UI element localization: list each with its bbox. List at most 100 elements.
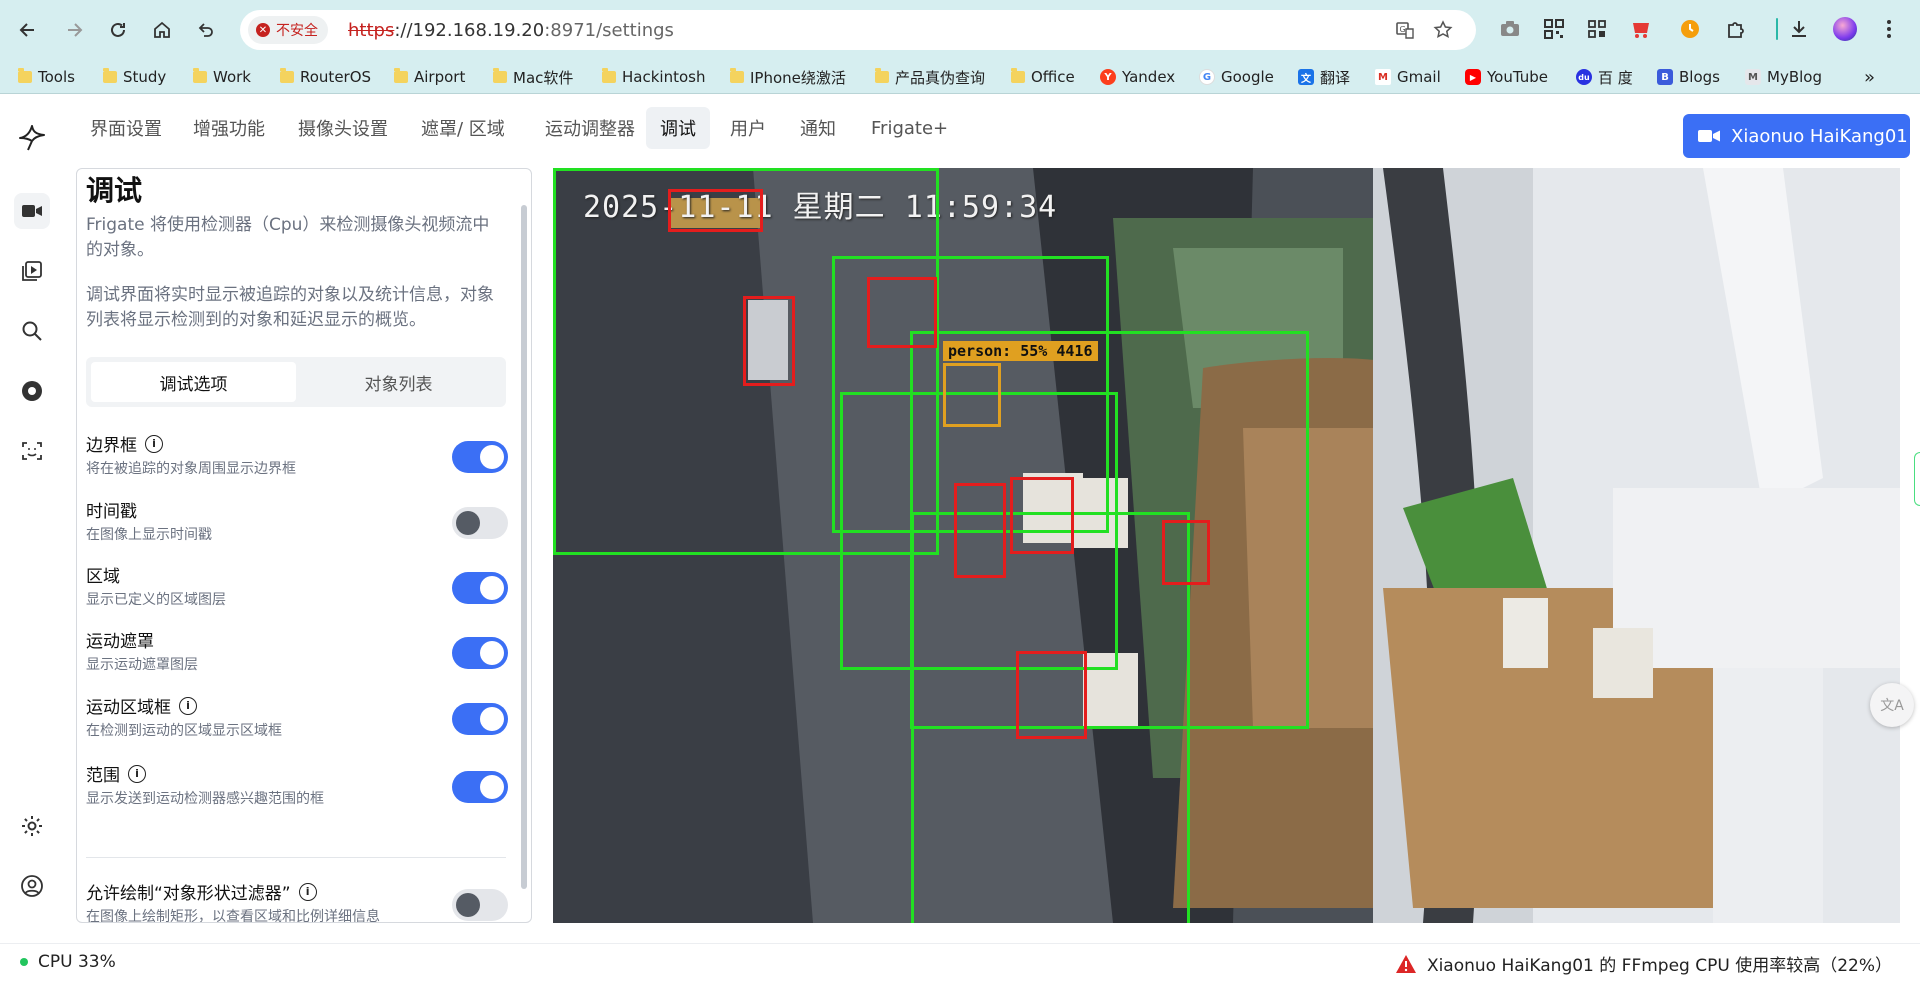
- back-button[interactable]: [14, 16, 42, 44]
- arrow-left-icon: [19, 23, 34, 37]
- settings-nav-button[interactable]: [14, 808, 50, 844]
- download-icon[interactable]: [1786, 16, 1812, 42]
- bookmark-google[interactable]: G Google: [1199, 66, 1274, 88]
- folder-icon: [875, 68, 889, 83]
- user-circle-icon: [21, 875, 43, 897]
- puzzle-extensions-icon[interactable]: [1722, 16, 1748, 42]
- blogs-icon: B: [1657, 69, 1673, 85]
- folder-icon: [730, 68, 744, 83]
- tab-debug[interactable]: 调试: [646, 107, 710, 149]
- bookmark-folder[interactable]: IPhone绕激活: [730, 66, 846, 88]
- bookmark-label: Mac软件: [513, 68, 574, 87]
- tab-notifications[interactable]: 通知: [786, 107, 850, 149]
- frigate-logo[interactable]: [14, 119, 50, 155]
- bookmark-folder[interactable]: Study: [103, 66, 166, 88]
- bookmark-youtube[interactable]: ▶ YouTube: [1465, 66, 1548, 88]
- tab-camera-settings[interactable]: 摄像头设置: [284, 107, 402, 149]
- info-icon[interactable]: i: [298, 882, 317, 901]
- person-detection-box[interactable]: [943, 363, 1001, 427]
- home-icon: [154, 21, 170, 38]
- tab-frigate-plus[interactable]: Frigate+: [857, 107, 962, 149]
- svg-text:G: G: [1400, 25, 1406, 34]
- youtube-icon: ▶: [1465, 69, 1481, 85]
- bookmarks-overflow-icon[interactable]: »: [1864, 66, 1875, 88]
- live-nav-button[interactable]: [14, 193, 50, 229]
- bookmark-label: IPhone绕激活: [750, 68, 846, 87]
- bookmark-folder[interactable]: Hackintosh: [602, 66, 705, 88]
- qr-scan-icon[interactable]: [1584, 16, 1610, 42]
- option-object-shape-filter: 允许绘制“对象形状过滤器” i 在图像上绘制矩形，以查看区域和比例详细信息: [86, 879, 508, 922]
- browser-menu-icon[interactable]: [1876, 16, 1902, 42]
- tab-users[interactable]: 用户: [716, 107, 780, 149]
- bookmark-baidu[interactable]: du 百 度: [1576, 66, 1633, 88]
- tab-enrichments[interactable]: 增强功能: [179, 107, 279, 149]
- option-description: 在检测到运动的区域显示区域框: [86, 723, 282, 739]
- folder-icon: [1011, 68, 1025, 83]
- search-icon: [22, 321, 42, 341]
- region-box: [867, 277, 937, 348]
- qr-code-icon[interactable]: [1541, 16, 1567, 42]
- bounding-box-toggle[interactable]: [452, 441, 508, 473]
- option-timestamp: 时间戳 在图像上显示时间戳: [86, 497, 508, 547]
- folder-icon: [394, 68, 408, 83]
- bookmark-folder[interactable]: 产品真伪查询: [875, 66, 985, 88]
- option-title: 运动区域框: [86, 698, 171, 718]
- info-icon[interactable]: i: [179, 696, 197, 715]
- bookmark-gmail[interactable]: M Gmail: [1375, 66, 1441, 88]
- forward-button[interactable]: [60, 16, 88, 44]
- bookmark-yandex[interactable]: Y Yandex: [1100, 66, 1175, 88]
- profile-avatar[interactable]: [1832, 16, 1858, 42]
- reload-button[interactable]: [104, 16, 132, 44]
- address-bar[interactable]: ✕ 不安全 https://192.168.19.20:8971/setting…: [240, 10, 1476, 50]
- motion-boxes-toggle[interactable]: [452, 703, 508, 735]
- camera-debug-feed[interactable]: 2025-11-11 星期二 11:59:34 person: 55% 4416: [553, 168, 1900, 923]
- bookmark-folder[interactable]: Office: [1011, 66, 1075, 88]
- option-description: 显示已定义的区域图层: [86, 592, 226, 608]
- export-nav-button[interactable]: [14, 373, 50, 409]
- bookmark-myblog[interactable]: M MyBlog: [1745, 66, 1822, 88]
- bookmark-folder[interactable]: Mac软件: [493, 66, 573, 88]
- tab-masks-zones[interactable]: 遮罩/ 区域: [407, 107, 519, 149]
- translate-page-icon[interactable]: G: [1394, 19, 1416, 41]
- camera-extension-icon[interactable]: [1497, 16, 1523, 42]
- undo-button[interactable]: [192, 16, 220, 44]
- panel-scrollbar[interactable]: [521, 205, 527, 889]
- home-button[interactable]: [148, 16, 176, 44]
- explore-nav-button[interactable]: [14, 313, 50, 349]
- detector-description: Frigate 将使用检测器（Cpu）来检测摄像头视频流中的对象。: [86, 215, 490, 260]
- folder-icon: [493, 68, 507, 83]
- faces-nav-button[interactable]: [14, 433, 50, 469]
- bookmark-blogs[interactable]: B Blogs: [1657, 66, 1720, 88]
- bookmark-label: Study: [123, 68, 167, 86]
- timestamp-toggle[interactable]: [452, 507, 508, 539]
- bookmark-folder[interactable]: Work: [193, 66, 251, 88]
- url-text[interactable]: https://192.168.19.20:8971/settings: [348, 20, 674, 41]
- object-shape-filter-toggle[interactable]: [452, 889, 508, 921]
- security-chip[interactable]: ✕ 不安全: [248, 16, 328, 44]
- bookmark-folder[interactable]: Tools: [18, 66, 75, 88]
- region-box: [1010, 477, 1074, 554]
- bookmark-folder[interactable]: Airport: [394, 66, 465, 88]
- cpu-status[interactable]: CPU 33%: [20, 952, 116, 972]
- camera-select-button[interactable]: Xiaonuo HaiKang01: [1683, 114, 1910, 158]
- shopping-extension-icon[interactable]: [1628, 16, 1654, 42]
- clock-extension-icon[interactable]: [1677, 16, 1703, 42]
- motion-mask-toggle[interactable]: [452, 637, 508, 669]
- info-icon[interactable]: i: [145, 434, 163, 453]
- bookmark-star-icon[interactable]: [1432, 19, 1454, 41]
- regions-toggle[interactable]: [452, 771, 508, 803]
- bookmark-folder[interactable]: RouterOS: [280, 66, 371, 88]
- ffmpeg-cpu-alert[interactable]: Xiaonuo HaiKang01 的 FFmpeg CPU 使用率较高（22%…: [1395, 951, 1892, 976]
- zones-toggle[interactable]: [452, 572, 508, 604]
- status-bar: CPU 33% Xiaonuo HaiKang01 的 FFmpeg CPU 使…: [0, 943, 1920, 981]
- bookmark-translate[interactable]: 文翻译: [1298, 66, 1350, 88]
- account-nav-button[interactable]: [14, 868, 50, 904]
- tab-ui-settings[interactable]: 界面设置: [76, 107, 176, 149]
- info-icon[interactable]: i: [128, 764, 146, 783]
- segment-debug-options[interactable]: 调试选项: [91, 362, 296, 402]
- side-panel-handle[interactable]: [1914, 452, 1920, 506]
- translate-float-icon[interactable]: 文A: [1870, 683, 1914, 727]
- tab-motion-tuner[interactable]: 运动调整器: [531, 107, 649, 149]
- review-nav-button[interactable]: [14, 253, 50, 289]
- segment-object-list[interactable]: 对象列表: [296, 362, 501, 402]
